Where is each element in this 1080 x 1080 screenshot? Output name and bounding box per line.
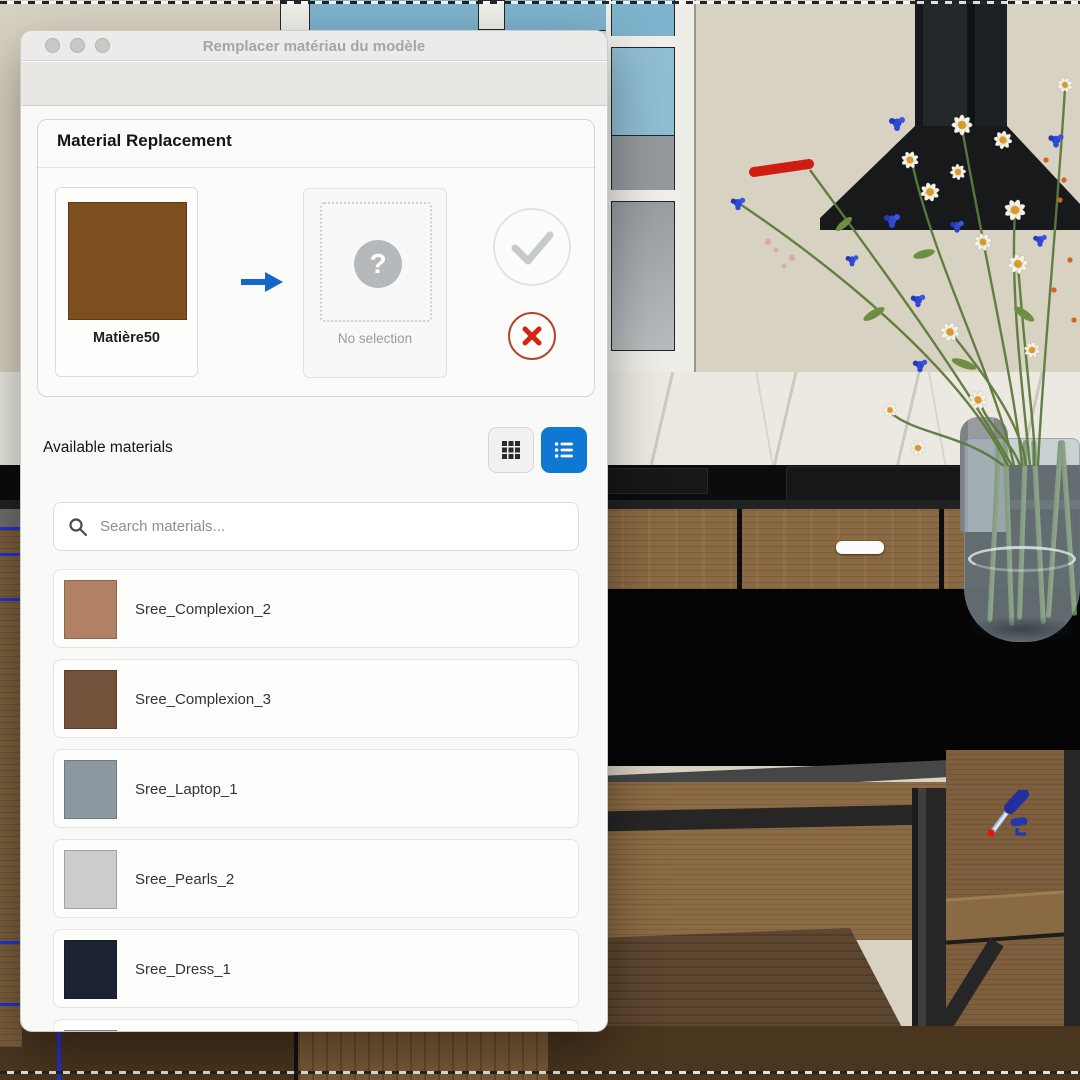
source-material-name: Matière50 <box>56 330 197 346</box>
cabinet-glass <box>505 0 608 30</box>
selection-edge <box>0 527 22 530</box>
target-status-label: No selection <box>304 331 446 346</box>
question-icon: ? <box>354 240 402 288</box>
material-swatch <box>64 1030 117 1032</box>
target-material-tile[interactable]: ? No selection <box>303 188 447 378</box>
material-row[interactable]: Sree_Pearls_2 <box>53 839 579 918</box>
selection-edge <box>0 553 22 556</box>
available-materials-label: Available materials <box>43 439 173 457</box>
window-frame <box>606 0 696 372</box>
card-header: Material Replacement <box>57 131 232 151</box>
material-name: Sree_Complexion_3 <box>135 660 271 739</box>
material-name: Sree_Dress_1 <box>135 930 231 1009</box>
cancel-button[interactable] <box>508 312 556 360</box>
material-name: Sree_Laptop_1 <box>135 750 238 829</box>
list-icon <box>554 440 574 460</box>
material-name: Sree_Complexion_2 <box>135 570 271 649</box>
cross-icon <box>510 314 554 358</box>
right-arrow-icon <box>237 271 285 293</box>
search-input[interactable] <box>98 503 558 550</box>
drawer-gap <box>737 509 742 589</box>
cabinet-side-edge <box>0 509 22 527</box>
source-material-swatch <box>68 202 187 320</box>
drawer-gap <box>939 509 944 589</box>
material-row[interactable]: Sree_Complexion_2 <box>53 569 579 648</box>
selection-edge <box>0 598 22 601</box>
selection-edge <box>0 1003 22 1006</box>
material-row[interactable]: Sree_Complexion_3 <box>53 659 579 738</box>
cabinet-frame <box>280 0 310 32</box>
source-material-tile[interactable]: Matière50 <box>55 187 198 377</box>
cabinet-glass <box>310 0 478 30</box>
material-dropper-cursor <box>983 790 1035 842</box>
search-box <box>53 502 579 551</box>
selection-dashed-border-bottom <box>0 1071 1080 1074</box>
grid-view-button[interactable] <box>488 427 534 473</box>
vase-shadow <box>966 616 1078 642</box>
card-divider <box>38 167 594 168</box>
material-swatch <box>64 760 117 819</box>
material-swatch <box>64 940 117 999</box>
search-icon <box>68 517 88 537</box>
water-line <box>968 546 1076 572</box>
cabinet-frame <box>478 0 505 30</box>
chair-seat <box>946 889 1080 944</box>
material-swatch <box>64 850 117 909</box>
dialog-title: Remplacer matériau du modèle <box>21 31 607 61</box>
cabinet-side-shadow <box>0 1047 22 1080</box>
selection-edge <box>0 941 22 944</box>
sketchup-viewport[interactable]: Remplacer matériau du modèle Material Re… <box>0 0 1080 1080</box>
selection-dashed-border-top <box>0 1 1080 4</box>
grid-icon <box>501 440 521 460</box>
cabinet-side <box>0 527 22 1047</box>
confirm-button[interactable] <box>493 208 571 286</box>
material-row[interactable] <box>53 1019 579 1032</box>
list-view-button[interactable] <box>541 427 587 473</box>
material-swatch <box>64 670 117 729</box>
material-row[interactable]: Sree_Dress_1 <box>53 929 579 1008</box>
material-swatch <box>64 580 117 639</box>
check-icon <box>495 210 569 284</box>
dialog-toolband <box>21 62 607 106</box>
cooktop <box>604 468 708 494</box>
material-replacement-dialog: Remplacer matériau du modèle Material Re… <box>20 30 608 1032</box>
drawer-handle <box>836 541 884 554</box>
material-row[interactable]: Sree_Laptop_1 <box>53 749 579 828</box>
target-dropzone: ? <box>320 202 432 322</box>
flower-bouquet <box>724 14 1080 476</box>
material-name: Sree_Pearls_2 <box>135 840 234 919</box>
